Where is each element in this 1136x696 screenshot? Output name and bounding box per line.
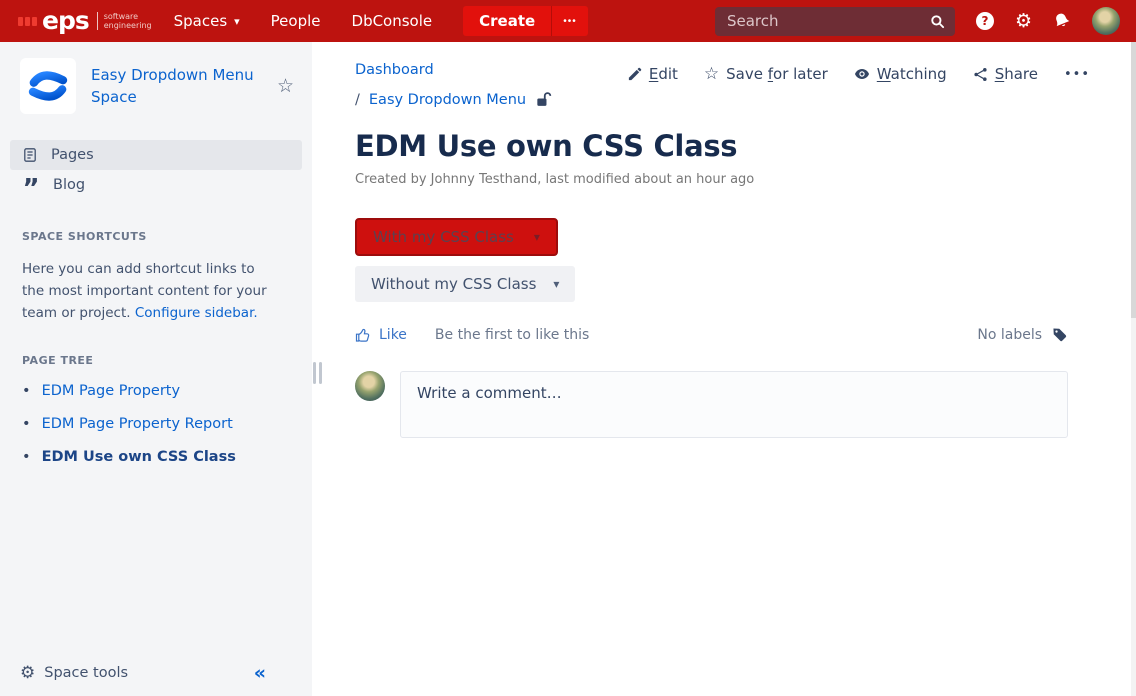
page-content: Dashboard / Easy Dropdown Menu Edit ☆ Sa… bbox=[312, 42, 1136, 696]
space-tools-gear-icon: ⚙ bbox=[20, 662, 36, 683]
space-shortcuts-heading: SPACE SHORTCUTS bbox=[22, 230, 147, 243]
space-logo[interactable] bbox=[20, 58, 76, 114]
breadcrumb-space-link[interactable]: Easy Dropdown Menu bbox=[369, 92, 526, 108]
logo-bars-icon bbox=[18, 16, 37, 26]
sidebar-item-blog-label: Blog bbox=[53, 177, 86, 193]
sidebar-item-pages[interactable]: Pages bbox=[10, 140, 302, 170]
labels-button[interactable]: No labels bbox=[977, 326, 1068, 343]
page-tree-heading: PAGE TREE bbox=[22, 354, 94, 367]
star-outline-icon: ☆ bbox=[703, 64, 720, 84]
share-icon bbox=[974, 67, 987, 81]
bullet-icon: • bbox=[22, 449, 31, 465]
tree-link-edm-page-property-report[interactable]: EDM Page Property Report bbox=[42, 415, 233, 434]
tree-item-edm-page-property: • EDM Page Property bbox=[22, 382, 290, 401]
sidebar-item-blog[interactable]: ” Blog bbox=[0, 170, 312, 204]
thumbs-up-icon bbox=[355, 328, 370, 342]
question-glyph: ? bbox=[981, 14, 989, 28]
unrestricted-unlock-icon[interactable] bbox=[535, 91, 552, 108]
more-actions-button[interactable]: ••• bbox=[1064, 67, 1090, 82]
logo-tagline: software engineering bbox=[104, 12, 152, 30]
tree-link-edm-use-own-css-class-current[interactable]: EDM Use own CSS Class bbox=[42, 448, 236, 467]
user-avatar[interactable] bbox=[1092, 7, 1120, 35]
like-label: Like bbox=[379, 326, 407, 343]
search-placeholder: Search bbox=[726, 12, 779, 30]
caret-down-icon: ▾ bbox=[533, 230, 540, 244]
save-for-later-button[interactable]: ☆ Save for later bbox=[704, 64, 828, 84]
logo-tagline-line2: engineering bbox=[103, 21, 152, 30]
byline: Created by Johnny Testhand, last modifie… bbox=[355, 172, 755, 187]
space-sidebar: Easy Dropdown Menu Space ☆ Pages ” Blog … bbox=[0, 42, 312, 696]
confluence-mark-icon bbox=[28, 71, 68, 101]
breadcrumb: Dashboard / Easy Dropdown Menu bbox=[355, 62, 552, 108]
create-button[interactable]: Create bbox=[463, 6, 552, 36]
without-css-class-label: Without my CSS Class bbox=[371, 275, 537, 293]
nav-spaces-label: Spaces bbox=[173, 12, 228, 30]
create-split-button: Create ••• bbox=[463, 6, 588, 36]
bullet-icon: • bbox=[22, 383, 31, 399]
like-hint: Be the first to like this bbox=[434, 326, 590, 343]
tree-link-edm-page-property[interactable]: EDM Page Property bbox=[42, 382, 181, 401]
watching-button[interactable]: Watching bbox=[854, 65, 947, 83]
configure-sidebar-link[interactable]: Configure sidebar. bbox=[135, 305, 258, 321]
tree-item-edm-page-property-report: • EDM Page Property Report bbox=[22, 415, 290, 434]
space-shortcuts-text: Here you can add shortcut links to the m… bbox=[22, 258, 272, 324]
page-scrollbar[interactable] bbox=[1131, 42, 1136, 696]
eps-logo[interactable]: eps software engineering bbox=[18, 6, 152, 35]
with-css-class-label: With my CSS Class bbox=[373, 228, 514, 246]
label-tag-icon bbox=[1053, 328, 1067, 342]
favourite-star-icon[interactable]: ☆ bbox=[277, 75, 294, 97]
pages-document-icon bbox=[24, 148, 36, 162]
notifications-bell-icon[interactable] bbox=[1050, 9, 1073, 32]
top-navigation-bar: eps software engineering Spaces ▾ People … bbox=[0, 0, 1136, 42]
nav-dbconsole[interactable]: DbConsole bbox=[352, 12, 433, 30]
commenter-avatar bbox=[355, 371, 385, 401]
tree-item-edm-use-own-css-class: • EDM Use own CSS Class bbox=[22, 448, 290, 467]
share-button[interactable]: Share bbox=[973, 65, 1038, 83]
logo-divider bbox=[96, 12, 98, 30]
without-css-class-dropdown-button[interactable]: Without my CSS Class ▾ bbox=[355, 266, 576, 302]
help-icon[interactable]: ? bbox=[975, 12, 994, 30]
pencil-icon bbox=[628, 67, 642, 80]
search-input[interactable]: Search bbox=[714, 6, 955, 36]
primary-nav: Spaces ▾ People DbConsole Create ••• bbox=[152, 6, 588, 36]
nav-people[interactable]: People bbox=[271, 12, 321, 30]
comment-placeholder: Write a comment… bbox=[417, 384, 562, 402]
space-tools-button[interactable]: ⚙ Space tools bbox=[20, 662, 129, 683]
caret-down-icon: ▾ bbox=[553, 277, 560, 291]
blog-quote-icon: ” bbox=[22, 174, 40, 204]
chevron-down-icon: ▾ bbox=[234, 14, 240, 28]
logo-text: eps bbox=[42, 6, 90, 35]
comment-input[interactable]: Write a comment… bbox=[400, 371, 1068, 438]
scrollbar-thumb[interactable] bbox=[1131, 42, 1136, 318]
sidebar-collapse-icon[interactable]: « bbox=[254, 662, 266, 684]
page-actions: Edit ☆ Save for later Watching Share ••• bbox=[627, 64, 1090, 84]
page-title: EDM Use own CSS Class bbox=[355, 129, 738, 163]
sidebar-item-pages-label: Pages bbox=[51, 147, 94, 163]
nav-spaces[interactable]: Spaces ▾ bbox=[174, 12, 240, 30]
with-css-class-dropdown-button[interactable]: With my CSS Class ▾ bbox=[355, 218, 558, 256]
no-labels-text: No labels bbox=[977, 326, 1042, 343]
settings-gear-icon[interactable]: ⚙ bbox=[1015, 11, 1032, 31]
edit-button[interactable]: Edit bbox=[627, 65, 678, 83]
space-name-link[interactable]: Easy Dropdown Menu Space bbox=[91, 64, 262, 108]
create-more-button[interactable]: ••• bbox=[551, 6, 588, 36]
search-icon[interactable] bbox=[930, 14, 945, 29]
bullet-icon: • bbox=[22, 416, 31, 432]
logo-tagline-line1: software bbox=[103, 12, 139, 21]
breadcrumb-separator: / bbox=[355, 91, 360, 108]
space-tools-label: Space tools bbox=[44, 665, 129, 681]
eye-icon bbox=[854, 69, 869, 79]
breadcrumb-dashboard-link[interactable]: Dashboard bbox=[355, 62, 434, 78]
like-button[interactable]: Like bbox=[355, 327, 407, 343]
